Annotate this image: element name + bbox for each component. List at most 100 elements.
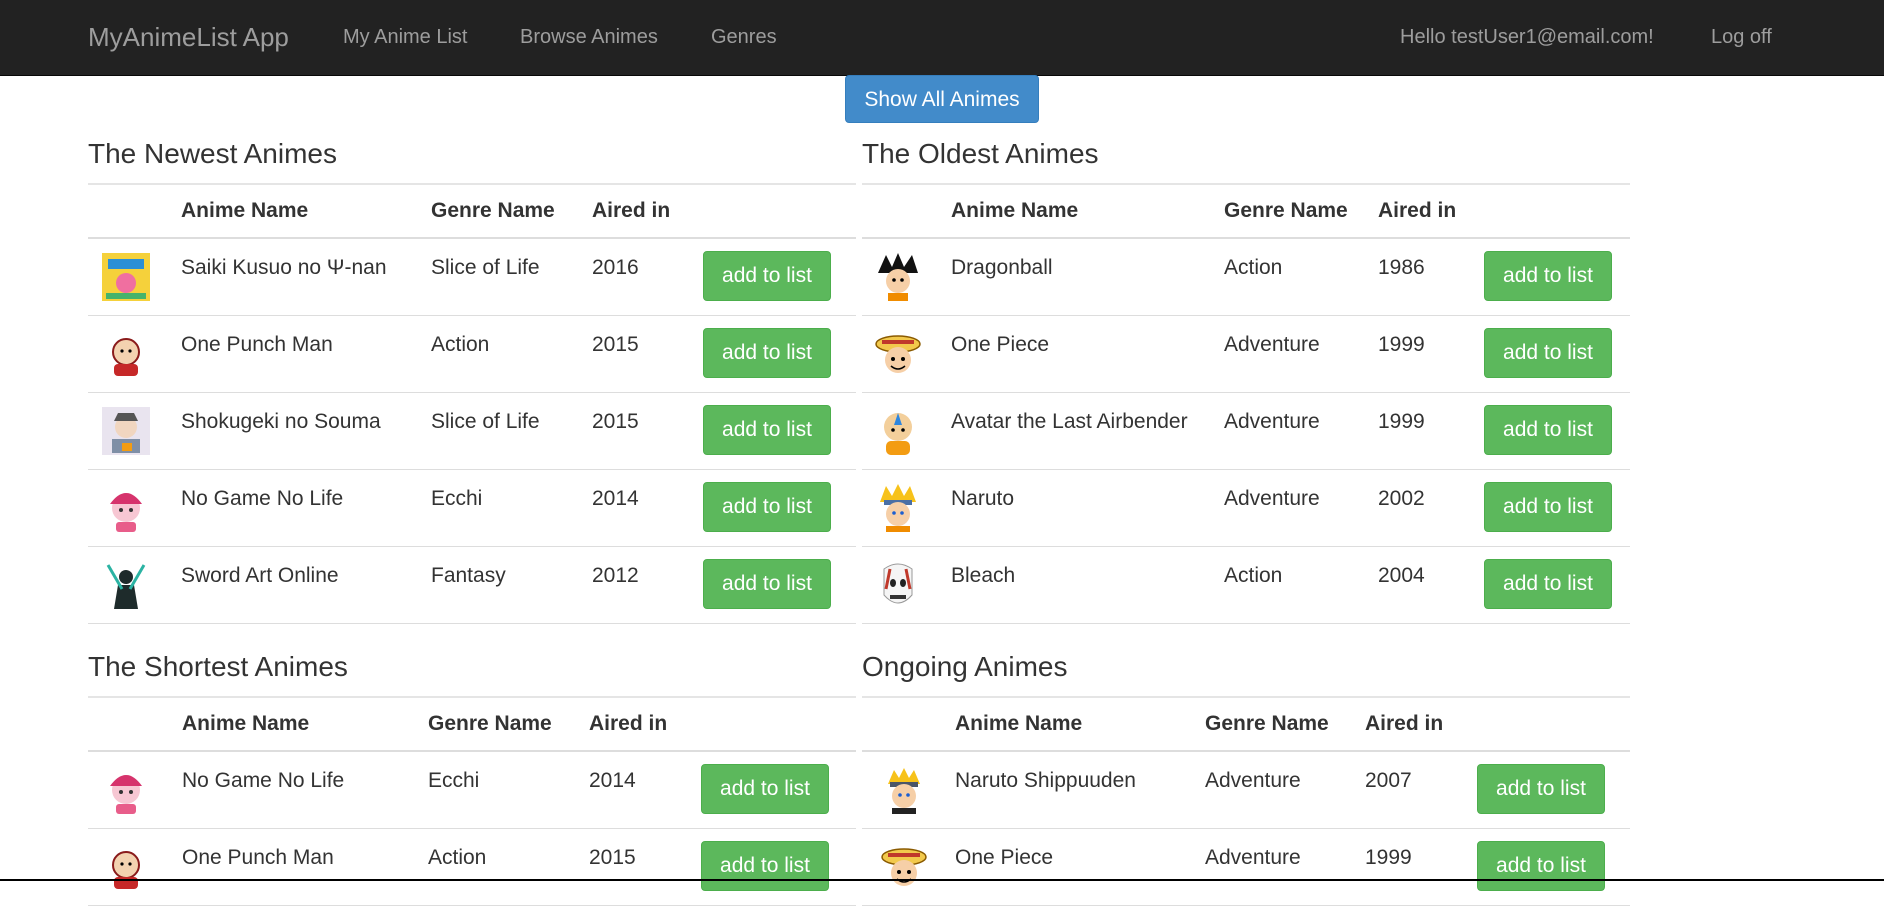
anime-name: One Punch Man xyxy=(181,333,333,356)
sao-thumbnail xyxy=(106,564,146,609)
genre-name: Action xyxy=(431,333,490,356)
aired-year: 2015 xyxy=(592,410,639,433)
table-row: One Punch Man Action 2015 add to list xyxy=(88,316,856,393)
column-header-aired: Aired in xyxy=(1378,199,1457,222)
saiki-thumbnail xyxy=(102,253,150,301)
aired-year: 2016 xyxy=(592,256,639,279)
column-header-name: Anime Name xyxy=(951,199,1079,222)
table-header: Anime Name Genre Name Aired in xyxy=(862,185,1630,239)
aired-year: 2015 xyxy=(589,846,636,869)
saitama-thumbnail xyxy=(112,851,140,889)
add-to-list-button[interactable]: add to list xyxy=(1477,764,1605,814)
add-to-list-button[interactable]: add to list xyxy=(1484,405,1612,455)
genre-name: Adventure xyxy=(1224,410,1320,433)
add-to-list-button[interactable]: add to list xyxy=(703,559,831,609)
genre-name: Slice of Life xyxy=(431,410,540,433)
add-to-list-button[interactable]: add to list xyxy=(703,328,831,378)
table-row: Shokugeki no Souma Slice of Life 2015 add t… xyxy=(88,393,856,470)
nav-browse-animes[interactable]: Browse Animes xyxy=(520,0,658,75)
add-to-list-button[interactable]: add to list xyxy=(703,251,831,301)
table-row: Avatar the Last Airbender Adventure 1999 ad… xyxy=(862,393,1630,470)
table-row: Bleach Action 2004 add to list xyxy=(862,547,1630,624)
table-row: No Game No Life Ecchi 2014 add to list xyxy=(88,470,856,547)
section-title: The Shortest Animes xyxy=(88,651,348,682)
naruto-thumbnail xyxy=(880,484,916,532)
aired-year: 2004 xyxy=(1378,564,1425,587)
add-to-list-button[interactable]: add to list xyxy=(1484,251,1612,301)
show-all-animes-button[interactable]: Show All Animes xyxy=(845,75,1039,123)
table-row: Naruto Shippuuden Adventure 2007 add to lis… xyxy=(862,752,1630,829)
nav-my-anime-list[interactable]: My Anime List xyxy=(343,0,467,75)
aired-year: 1999 xyxy=(1378,410,1425,433)
section-title: The Newest Animes xyxy=(88,138,337,169)
add-to-list-button[interactable]: add to list xyxy=(703,482,831,532)
anime-name: Shokugeki no Souma xyxy=(181,410,381,433)
goku-thumbnail xyxy=(878,253,918,301)
luffy-thumbnail xyxy=(881,848,927,886)
add-to-list-button[interactable]: add to list xyxy=(1484,328,1612,378)
add-to-list-button[interactable]: add to list xyxy=(1484,482,1612,532)
user-greeting-link[interactable]: Hello testUser1@email.com! xyxy=(1400,0,1654,75)
anime-name: Saiki Kusuo no Ψ-nan xyxy=(181,256,387,279)
column-header-aired: Aired in xyxy=(589,712,668,735)
genre-name: Action xyxy=(428,846,487,869)
table-header: Anime Name Genre Name Aired in xyxy=(88,185,856,239)
anime-name: No Game No Life xyxy=(182,769,345,792)
genre-name: Adventure xyxy=(1224,487,1320,510)
table-row: Sword Art Online Fantasy 2012 add to list xyxy=(88,547,856,624)
table-row: One Piece Adventure 1999 add to list xyxy=(862,316,1630,393)
anime-name: No Game No Life xyxy=(181,487,344,510)
log-off-link[interactable]: Log off xyxy=(1711,0,1772,75)
genre-name: Slice of Life xyxy=(431,256,540,279)
table-row: One Punch Man Action 2015 add to list xyxy=(88,829,856,906)
add-to-list-button[interactable]: add to list xyxy=(701,841,829,891)
add-to-list-button[interactable]: add to list xyxy=(1477,841,1605,891)
anime-name: Naruto Shippuuden xyxy=(955,769,1136,792)
column-header-genre: Genre Name xyxy=(1224,199,1348,222)
ngnl-thumbnail xyxy=(110,493,142,532)
add-to-list-button[interactable]: add to list xyxy=(703,405,831,455)
section-title: The Oldest Animes xyxy=(862,138,1099,169)
aired-year: 2014 xyxy=(592,487,639,510)
brand-link[interactable]: MyAnimeList App xyxy=(88,0,289,75)
table-header: Anime Name Genre Name Aired in xyxy=(862,698,1630,752)
aired-year: 2012 xyxy=(592,564,639,587)
aired-year: 2015 xyxy=(592,333,639,356)
anime-name: Avatar the Last Airbender xyxy=(951,410,1188,433)
souma-thumbnail xyxy=(102,407,150,455)
ngnl-thumbnail xyxy=(110,775,142,814)
naruto-shippuuden-thumbnail xyxy=(888,768,920,814)
anime-name: Naruto xyxy=(951,487,1015,510)
saitama-thumbnail xyxy=(112,338,140,376)
section-title: Ongoing Animes xyxy=(862,651,1068,682)
genre-name: Ecchi xyxy=(431,487,483,510)
column-header-genre: Genre Name xyxy=(428,712,552,735)
anime-name: Dragonball xyxy=(951,256,1053,279)
nav-genres[interactable]: Genres xyxy=(711,0,777,75)
column-header-name: Anime Name xyxy=(955,712,1083,735)
anime-name: Sword Art Online xyxy=(181,564,339,587)
luffy-thumbnail xyxy=(875,335,921,373)
table-row: No Game No Life Ecchi 2014 add to list xyxy=(88,752,856,829)
aang-thumbnail xyxy=(884,413,912,455)
aired-year: 2002 xyxy=(1378,487,1425,510)
genre-name: Action xyxy=(1224,564,1283,587)
add-to-list-button[interactable]: add to list xyxy=(1484,559,1612,609)
aired-year: 1999 xyxy=(1378,333,1425,356)
top-navbar: MyAnimeList App My Anime List Browse Ani… xyxy=(0,0,1884,76)
genre-name: Ecchi xyxy=(428,769,480,792)
table-row: Saiki Kusuo no Ψ-nan Slice of Life 2016 add… xyxy=(88,239,856,316)
anime-name: Bleach xyxy=(951,564,1016,587)
genre-name: Adventure xyxy=(1205,846,1301,869)
aired-year: 1999 xyxy=(1365,846,1412,869)
aired-year: 2007 xyxy=(1365,769,1412,792)
genre-name: Fantasy xyxy=(431,564,506,587)
aired-year: 2014 xyxy=(589,769,636,792)
table-row: Naruto Adventure 2002 add to list xyxy=(862,470,1630,547)
anime-name: One Piece xyxy=(951,333,1050,356)
table-row: Dragonball Action 1986 add to list xyxy=(862,239,1630,316)
add-to-list-button[interactable]: add to list xyxy=(701,764,829,814)
genre-name: Adventure xyxy=(1205,769,1301,792)
column-header-aired: Aired in xyxy=(1365,712,1444,735)
column-header-aired: Aired in xyxy=(592,199,671,222)
